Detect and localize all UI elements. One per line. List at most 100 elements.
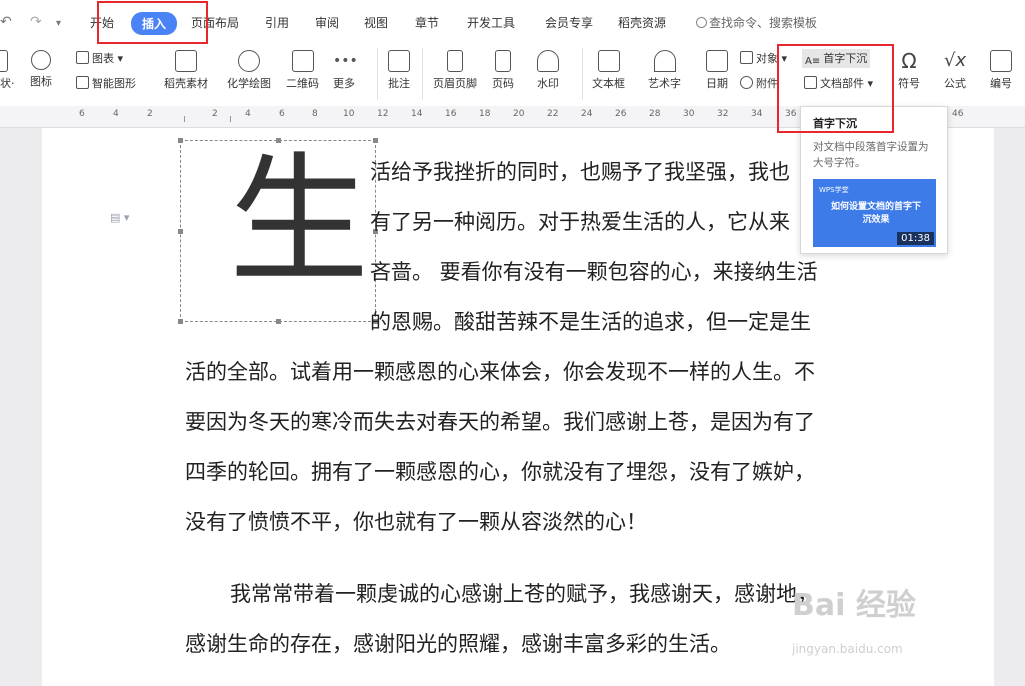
qrcode-button[interactable]: 二维码 — [286, 50, 319, 91]
wordart-label: 艺术字 — [648, 77, 681, 90]
object-icon — [740, 51, 753, 64]
icons-icon — [31, 50, 51, 70]
smart-art-icon — [76, 76, 89, 89]
qrcode-label: 二维码 — [286, 77, 319, 90]
text-line: 感谢生命的存在，感谢阳光的照耀，感谢丰富多彩的生活。 — [185, 632, 731, 656]
tab-docer-resources[interactable]: 稻壳资源 — [618, 14, 666, 31]
ruler-tick: 24 — [581, 109, 593, 119]
formula-button[interactable]: √x 公式 — [944, 50, 966, 91]
formula-label: 公式 — [944, 77, 966, 90]
ruler-tick: 8 — [312, 109, 318, 119]
numbering-label: 编号 — [990, 77, 1012, 90]
text-line: 的恩赐。酸甜苦辣不是生活的追求，但一定是生 — [370, 310, 811, 334]
resize-handle[interactable] — [178, 138, 183, 143]
tutorial-video-thumbnail[interactable]: WPS学堂 如何设置文档的首字下沉效果 01:38 — [813, 179, 936, 247]
ruler-tick: 16 — [445, 109, 457, 119]
quick-access-more-icon[interactable]: ▾ — [56, 18, 61, 29]
chart-button[interactable]: 图表 ▾ — [76, 50, 123, 66]
tab-member[interactable]: 会员专享 — [545, 14, 593, 31]
chemistry-drawing-button[interactable]: 化学绘图 — [227, 50, 271, 91]
first-line-indent-marker[interactable] — [230, 116, 231, 122]
numbering-icon — [990, 50, 1012, 72]
paragraph-handle-icon[interactable]: ▤ ▾ — [110, 211, 129, 224]
docer-materials-button[interactable]: 稻壳素材 — [164, 50, 208, 91]
redo-icon[interactable]: ↷ — [30, 14, 42, 30]
ruler-tick: 28 — [649, 109, 661, 119]
wordart-button[interactable]: 艺术字 — [648, 50, 681, 91]
watermark-label: 水印 — [537, 77, 559, 90]
ruler-tick: 20 — [513, 109, 525, 119]
undo-icon[interactable]: ↶ — [0, 14, 12, 30]
ruler-tick: 46 — [952, 109, 964, 119]
left-indent-marker[interactable] — [184, 116, 185, 122]
ruler-tick: 14 — [411, 109, 423, 119]
ruler-tick: 30 — [683, 109, 695, 119]
text-line: 四季的轮回。拥有了一颗感恩的心，你就没有了埋怨，没有了嫉妒， — [185, 460, 815, 484]
textbox-button[interactable]: 文本框 — [592, 50, 625, 91]
ruler-tick: 4 — [245, 109, 251, 119]
comment-label: 批注 — [388, 77, 410, 90]
symbol-button[interactable]: Ω 符号 — [898, 50, 920, 91]
text-line: 我常常带着一颗虔诚的心感谢上苍的赋予，我感谢天，感谢地， — [230, 582, 818, 606]
text-line: 活的全部。试着用一颗感恩的心来体会，你会发现不一样的人生。不 — [185, 360, 815, 384]
comment-button[interactable]: 批注 — [388, 50, 410, 91]
smart-art-button[interactable]: 智能图形 — [76, 75, 136, 91]
ruler-tick: 12 — [377, 109, 389, 119]
chart-icon — [76, 51, 89, 64]
formula-icon: √x — [944, 50, 967, 71]
comment-icon — [388, 50, 410, 72]
resize-handle[interactable] — [178, 319, 183, 324]
search-icon — [696, 17, 707, 28]
watermark-button[interactable]: 水印 — [537, 50, 559, 91]
text-line: 吝啬。 要看你有没有一颗包容的心，来接纳生活 — [370, 260, 818, 284]
ruler-tick: 2 — [212, 109, 218, 119]
date-button[interactable]: 日期 — [706, 50, 728, 91]
textbox-icon — [597, 50, 620, 72]
header-footer-icon — [447, 50, 463, 72]
resize-handle[interactable] — [276, 319, 281, 324]
annotation-box-dropcap — [777, 44, 894, 133]
header-footer-label: 页眉页脚 — [433, 77, 477, 90]
watermark-icon — [537, 50, 559, 72]
more-button[interactable]: ••• 更多 — [333, 50, 358, 91]
text-line: 活给予我挫折的同时，也赐予了我坚强，我也 — [370, 160, 790, 184]
header-footer-button[interactable]: 页眉页脚 — [433, 50, 477, 91]
icons-label: 图标 — [30, 75, 52, 88]
annotation-box-insert-tab — [97, 1, 208, 44]
text-line: 要因为冬天的寒冷而失去对春天的希望。我们感谢上苍，是因为有了 — [185, 410, 815, 434]
wordart-icon — [653, 50, 676, 72]
ruler-tick: 32 — [717, 109, 729, 119]
page-number-button[interactable]: 页码 — [492, 50, 514, 91]
video-logo: WPS学堂 — [819, 186, 849, 194]
chart-label: 图表 — [92, 52, 114, 65]
shapes-button[interactable]: 状· — [0, 50, 14, 91]
tab-chapter[interactable]: 章节 — [415, 14, 439, 31]
command-search[interactable]: 查找命令、搜索模板 — [696, 14, 817, 31]
date-label: 日期 — [706, 77, 728, 90]
resize-handle[interactable] — [373, 138, 378, 143]
icons-button[interactable]: 图标 — [30, 50, 52, 89]
object-label: 对象 — [756, 52, 778, 65]
symbol-label: 符号 — [898, 77, 920, 90]
chemistry-icon — [238, 50, 260, 72]
tab-developer[interactable]: 开发工具 — [467, 14, 515, 31]
numbering-button[interactable]: 编号 — [990, 50, 1012, 91]
shapes-label: 状· — [0, 77, 14, 90]
page-number-label: 页码 — [492, 77, 514, 90]
page-number-icon — [495, 50, 511, 72]
tab-references[interactable]: 引用 — [265, 14, 289, 31]
ruler-tick: 10 — [343, 109, 355, 119]
resize-handle[interactable] — [178, 229, 183, 234]
site-watermark-url: jingyan.baidu.com — [792, 642, 903, 656]
tab-review[interactable]: 审阅 — [315, 14, 339, 31]
ruler-tick: 22 — [547, 109, 559, 119]
attachment-label: 附件 — [756, 77, 778, 90]
video-duration: 01:38 — [897, 232, 934, 245]
ruler-tick: 18 — [479, 109, 491, 119]
tab-view[interactable]: 视图 — [364, 14, 388, 31]
attachment-button[interactable]: 附件 — [740, 75, 778, 91]
ribbon-divider — [582, 48, 583, 100]
ruler-tick: 6 — [279, 109, 285, 119]
more-label: 更多 — [333, 77, 355, 90]
video-title: 如何设置文档的首字下沉效果 — [831, 202, 922, 225]
